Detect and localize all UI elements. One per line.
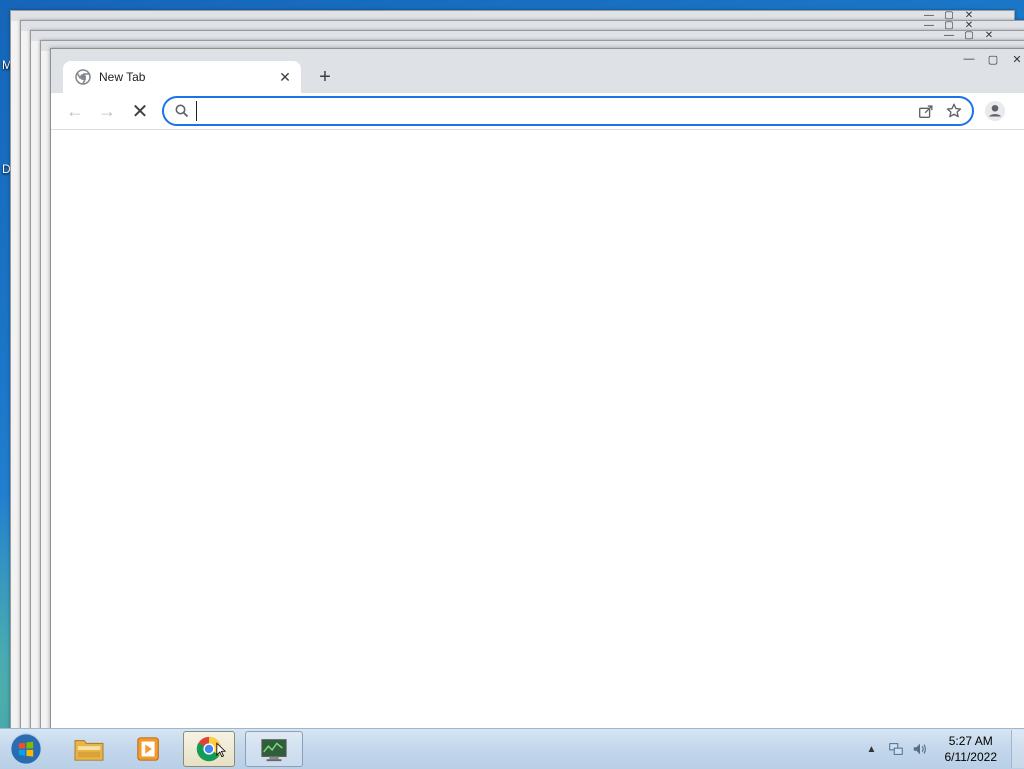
window-controls: — ▢ ✕ [957,51,1024,67]
close-tab-icon[interactable]: ✕ [275,67,295,87]
minimize-button[interactable]: — [957,51,981,67]
taskbar-file-explorer[interactable] [60,731,118,767]
stop-loading-button[interactable]: ✕ [126,97,154,125]
new-tab-button[interactable]: + [313,65,337,89]
media-player-icon [135,735,163,763]
show-desktop-button[interactable] [1011,730,1024,768]
taskbar: ▲ 5:27 AM 6/11/2022 [0,728,1024,769]
address-bar[interactable] [162,96,974,126]
share-icon[interactable] [916,101,936,121]
page-content[interactable] [51,130,1024,737]
start-button[interactable] [6,731,46,767]
mouse-cursor-icon [216,742,226,758]
windows-logo-icon [8,731,44,767]
taskbar-network-tool[interactable] [245,731,303,767]
tab-title: New Tab [99,70,275,84]
tab-strip: New Tab ✕ + — ▢ ✕ [51,49,1024,93]
folder-icon [73,735,105,763]
taskbar-media-player[interactable] [120,731,178,767]
tab-new-tab[interactable]: New Tab ✕ [63,61,301,93]
bookmark-star-icon[interactable] [944,101,964,121]
forward-button[interactable]: → [93,97,121,125]
network-icon[interactable] [887,740,905,758]
taskbar-google-chrome[interactable] [183,731,235,767]
clock-time: 5:27 AM [945,733,998,749]
address-input[interactable] [196,101,916,121]
clock[interactable]: 5:27 AM 6/11/2022 [945,733,998,765]
search-icon [174,103,190,119]
close-button[interactable]: ✕ [1005,51,1024,67]
browser-toolbar: ← → ✕ [51,93,1024,130]
volume-icon[interactable] [911,740,929,758]
browser-window[interactable]: New Tab ✕ + — ▢ ✕ ← → ✕ [50,48,1024,738]
show-hidden-icons-icon[interactable]: ▲ [863,740,881,758]
back-button[interactable]: ← [61,97,89,125]
clock-date: 6/11/2022 [945,749,998,765]
chrome-favicon-icon [75,69,91,85]
network-monitor-icon [258,735,290,763]
profile-avatar-icon[interactable] [983,99,1007,123]
restore-button[interactable]: ▢ [981,51,1005,67]
system-tray: ▲ 5:27 AM 6/11/2022 [863,729,1024,769]
